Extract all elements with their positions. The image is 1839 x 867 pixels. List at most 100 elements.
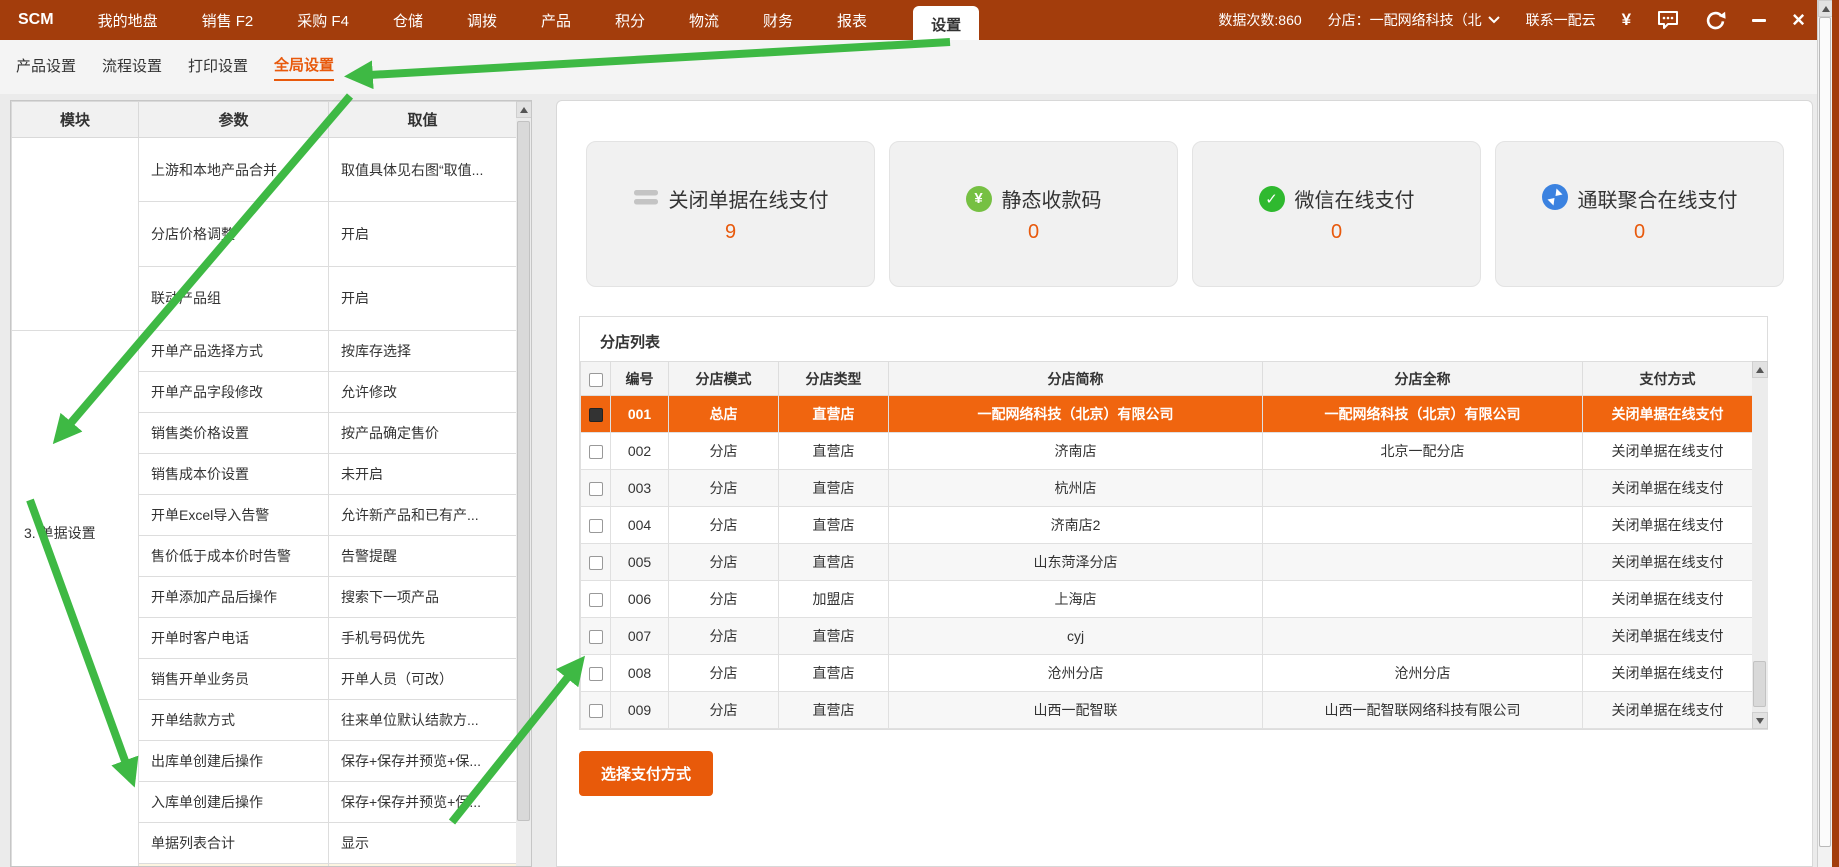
choose-payment-method-button[interactable]: 选择支付方式 bbox=[579, 751, 713, 796]
value-cell[interactable]: 搜索下一项产品 bbox=[329, 577, 517, 618]
tab-2[interactable]: 打印设置 bbox=[188, 55, 248, 80]
branch-no: 002 bbox=[611, 433, 669, 470]
branch-selector-value: 分店：一配网络科技（北 bbox=[1328, 10, 1482, 30]
branch-selector[interactable]: 分店：一配网络科技（北 bbox=[1328, 10, 1500, 30]
menu-item-2[interactable]: 采购 F4 bbox=[297, 10, 349, 31]
value-cell[interactable]: 告警提醒 bbox=[329, 536, 517, 577]
select-all-header bbox=[581, 362, 611, 396]
tab-3-active[interactable]: 全局设置 bbox=[274, 54, 334, 81]
branch-full-name: 沧州分店 bbox=[1263, 655, 1583, 692]
branch-row-001[interactable]: 001总店直营店一配网络科技（北京）有限公司一配网络科技（北京）有限公司关闭单据… bbox=[581, 396, 1753, 433]
value-cell[interactable]: 允许新产品和已有产... bbox=[329, 495, 517, 536]
module-cell-1: 3. 单据设置 bbox=[12, 331, 139, 867]
value-cell[interactable]: 往来单位默认结款方... bbox=[329, 700, 517, 741]
branch-mode: 分店 bbox=[669, 581, 779, 618]
settings-row[interactable]: 上游和本地产品合并...取值具体见右图“取值... bbox=[12, 138, 517, 202]
parameter-cell: 开单Excel导入告警 bbox=[139, 495, 329, 536]
value-cell[interactable]: 开启 bbox=[329, 266, 517, 330]
branch-row-008[interactable]: 008分店直营店沧州分店沧州分店关闭单据在线支付 bbox=[581, 655, 1753, 692]
menu-item-7[interactable]: 物流 bbox=[689, 10, 719, 31]
value-cell[interactable]: 按产品确定售价 bbox=[329, 413, 517, 454]
scrollbar-thumb[interactable] bbox=[1819, 17, 1831, 847]
value-cell[interactable]: 开单人员（可改） bbox=[329, 659, 517, 700]
scroll-up-button[interactable] bbox=[1818, 0, 1833, 17]
column-header-parameter: 参数 bbox=[139, 102, 329, 138]
payment-card-0[interactable]: 关闭单据在线支付9 bbox=[586, 141, 875, 287]
close-icon[interactable]: × bbox=[1792, 11, 1805, 29]
row-checkbox-007[interactable] bbox=[589, 630, 603, 644]
branch-row-003[interactable]: 003分店直营店杭州店关闭单据在线支付 bbox=[581, 470, 1753, 507]
value-cell[interactable]: 保存+保存并预览+保... bbox=[329, 741, 517, 782]
row-checkbox-003[interactable] bbox=[589, 482, 603, 496]
branch-mode: 总店 bbox=[669, 396, 779, 433]
minimize-icon[interactable] bbox=[1752, 19, 1766, 22]
menu-item-settings-active[interactable]: 设置 bbox=[913, 6, 979, 40]
branch-row-005[interactable]: 005分店直营店山东菏泽分店关闭单据在线支付 bbox=[581, 544, 1753, 581]
value-cell[interactable]: 手机号码优先 bbox=[329, 618, 517, 659]
column-header-type: 分店类型 bbox=[779, 362, 889, 396]
branch-row-002[interactable]: 002分店直营店济南店北京一配分店关闭单据在线支付 bbox=[581, 433, 1753, 470]
chat-icon[interactable] bbox=[1657, 10, 1679, 30]
value-cell[interactable]: 显示 bbox=[329, 823, 517, 864]
row-checkbox-001[interactable] bbox=[589, 408, 603, 422]
menu-item-9[interactable]: 报表 bbox=[837, 10, 867, 31]
parameter-cell: 开单产品选择方式 bbox=[139, 331, 329, 372]
menu-item-3[interactable]: 仓储 bbox=[393, 10, 423, 31]
menu-item-5[interactable]: 产品 bbox=[541, 10, 571, 31]
parameter-cell: 销售开单业务员 bbox=[139, 659, 329, 700]
refresh-icon[interactable] bbox=[1705, 10, 1726, 31]
row-checkbox-006[interactable] bbox=[589, 593, 603, 607]
row-checkbox-002[interactable] bbox=[589, 445, 603, 459]
card-count: 0 bbox=[1634, 221, 1645, 244]
parameter-cell: 售价低于成本价时告警 bbox=[139, 536, 329, 577]
menu-item-6[interactable]: 积分 bbox=[615, 10, 645, 31]
value-cell[interactable]: 未开启 bbox=[329, 454, 517, 495]
wechat-green-icon: ✓ bbox=[1259, 186, 1285, 212]
column-header-short-name: 分店简称 bbox=[889, 362, 1263, 396]
row-checkbox-005[interactable] bbox=[589, 556, 603, 570]
scrollbar-thumb[interactable] bbox=[1753, 661, 1766, 707]
branch-table-scrollbar[interactable] bbox=[1752, 361, 1768, 729]
settings-row[interactable]: 3. 单据设置开单产品选择方式按库存选择 bbox=[12, 331, 517, 372]
value-cell[interactable]: 开启 bbox=[329, 202, 517, 266]
scrollbar-thumb[interactable] bbox=[517, 121, 530, 821]
select-all-checkbox[interactable] bbox=[589, 373, 603, 387]
tab-0[interactable]: 产品设置 bbox=[16, 55, 76, 80]
page-scrollbar[interactable] bbox=[1817, 0, 1832, 867]
value-cell[interactable]: 保存+保存并预览+保... bbox=[329, 782, 517, 823]
scroll-up-button[interactable] bbox=[516, 101, 532, 118]
scroll-up-button[interactable] bbox=[1752, 361, 1768, 378]
menu-item-4[interactable]: 调拨 bbox=[467, 10, 497, 31]
left-panel-scrollbar[interactable] bbox=[516, 101, 532, 866]
branch-row-007[interactable]: 007分店直营店cyj关闭单据在线支付 bbox=[581, 618, 1753, 655]
branch-no: 008 bbox=[611, 655, 669, 692]
branch-mode: 分店 bbox=[669, 433, 779, 470]
branch-type: 直营店 bbox=[779, 507, 889, 544]
branch-row-006[interactable]: 006分店加盟店上海店关闭单据在线支付 bbox=[581, 581, 1753, 618]
branch-mode: 分店 bbox=[669, 507, 779, 544]
row-checkbox-009[interactable] bbox=[589, 704, 603, 718]
payment-card-2[interactable]: ✓微信在线支付0 bbox=[1192, 141, 1481, 287]
menu-item-1[interactable]: 销售 F2 bbox=[202, 10, 254, 31]
row-checkbox-004[interactable] bbox=[589, 519, 603, 533]
row-checkbox-008[interactable] bbox=[589, 667, 603, 681]
menu-item-0[interactable]: 我的地盘 bbox=[98, 10, 158, 31]
topbar-menu: 我的地盘 销售 F2 采购 F4 仓储 调拨 产品 积分 物流 财务 报表 bbox=[98, 10, 868, 31]
value-cell[interactable]: 允许修改 bbox=[329, 372, 517, 413]
branch-row-009[interactable]: 009分店直营店山西一配智联山西一配智联网络科技有限公司关闭单据在线支付 bbox=[581, 692, 1753, 729]
payment-card-3[interactable]: 通联聚合在线支付0 bbox=[1495, 141, 1784, 287]
value-cell[interactable]: 关闭单据在线支付 bbox=[329, 864, 517, 867]
contact-link[interactable]: 联系一配云 bbox=[1526, 10, 1596, 30]
value-cell[interactable]: 按库存选择 bbox=[329, 331, 517, 372]
branch-row-004[interactable]: 004分店直营店济南店2关闭单据在线支付 bbox=[581, 507, 1753, 544]
payment-card-1[interactable]: ¥静态收款码0 bbox=[889, 141, 1178, 287]
branch-type: 直营店 bbox=[779, 692, 889, 729]
value-cell[interactable]: 取值具体见右图“取值... bbox=[329, 138, 517, 202]
menu-item-8[interactable]: 财务 bbox=[763, 10, 793, 31]
branch-mode: 分店 bbox=[669, 618, 779, 655]
branch-full-name bbox=[1263, 544, 1583, 581]
currency-icon[interactable]: ¥ bbox=[1622, 10, 1631, 30]
scroll-down-button[interactable] bbox=[1752, 712, 1768, 729]
settings-table: 模块 参数 取值 上游和本地产品合并...取值具体见右图“取值...分店价格调整… bbox=[11, 101, 517, 867]
tab-1[interactable]: 流程设置 bbox=[102, 55, 162, 80]
